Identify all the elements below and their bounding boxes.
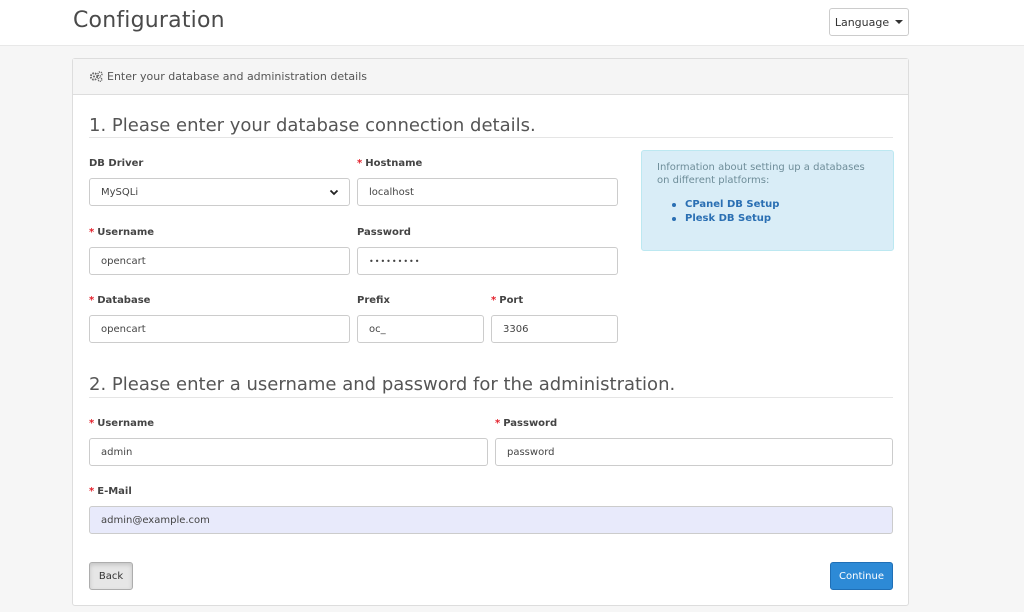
required-marker: *	[89, 295, 95, 306]
panel-heading: Enter your database and administration d…	[73, 59, 908, 95]
port-input[interactable]: 3306	[491, 315, 618, 343]
list-item: CPanel DB Setup	[672, 198, 878, 212]
admin-username-label: * Username	[89, 418, 155, 429]
db-password-label: Password	[357, 227, 411, 238]
caret-down-icon	[895, 20, 904, 24]
required-marker: *	[495, 418, 501, 429]
db-driver-value: MySQLi	[101, 186, 139, 198]
database-input[interactable]: opencart	[89, 315, 350, 343]
language-label: Language	[834, 15, 890, 29]
required-marker: *	[89, 486, 95, 497]
db-password-input[interactable]: •••••••••	[357, 247, 618, 275]
info-text: Information about setting up a databases…	[657, 162, 865, 186]
port-label: * Port	[491, 295, 524, 306]
email-label: * E-Mail	[89, 486, 132, 497]
db-section-divider	[89, 137, 893, 138]
required-marker: *	[491, 295, 497, 306]
required-marker: *	[89, 418, 95, 429]
db-username-label: * Username	[89, 227, 155, 238]
configuration-panel: Enter your database and administration d…	[72, 58, 909, 606]
panel-heading-text: Enter your database and administration d…	[107, 70, 367, 83]
admin-password-input[interactable]: password	[495, 438, 893, 466]
bullet-icon	[672, 203, 676, 207]
language-dropdown-button[interactable]: Language	[829, 8, 909, 36]
hostname-input[interactable]: localhost	[357, 178, 618, 206]
continue-button[interactable]: Continue	[830, 562, 893, 590]
db-driver-label: DB Driver	[89, 158, 144, 169]
db-setup-info-box: Information about setting up a databases…	[641, 150, 894, 251]
db-section-title: 1. Please enter your database connection…	[89, 115, 536, 136]
hostname-label: * Hostname	[357, 158, 423, 169]
list-item: Plesk DB Setup	[672, 212, 878, 226]
admin-username-input[interactable]: admin	[89, 438, 488, 466]
cogs-icon	[89, 71, 103, 82]
database-label: * Database	[89, 295, 151, 306]
prefix-label: Prefix	[357, 295, 390, 306]
admin-password-label: * Password	[495, 418, 558, 429]
chevron-down-icon	[329, 189, 339, 196]
plesk-setup-link[interactable]: Plesk DB Setup	[685, 212, 771, 226]
db-driver-select[interactable]: MySQLi	[89, 178, 350, 206]
admin-section-divider	[89, 397, 893, 398]
back-button[interactable]: Back	[89, 562, 133, 590]
required-marker: *	[357, 158, 363, 169]
email-input[interactable]: admin@example.com	[89, 506, 893, 534]
top-bar: Configuration Language	[0, 0, 1024, 46]
cpanel-setup-link[interactable]: CPanel DB Setup	[685, 198, 779, 212]
bullet-icon	[672, 217, 676, 221]
db-username-input[interactable]: opencart	[89, 247, 350, 275]
info-links-list: CPanel DB Setup Plesk DB Setup	[657, 198, 878, 226]
prefix-input[interactable]: oc_	[357, 315, 484, 343]
page-title: Configuration	[73, 8, 225, 33]
admin-section-title: 2. Please enter a username and password …	[89, 374, 676, 395]
required-marker: *	[89, 227, 95, 238]
